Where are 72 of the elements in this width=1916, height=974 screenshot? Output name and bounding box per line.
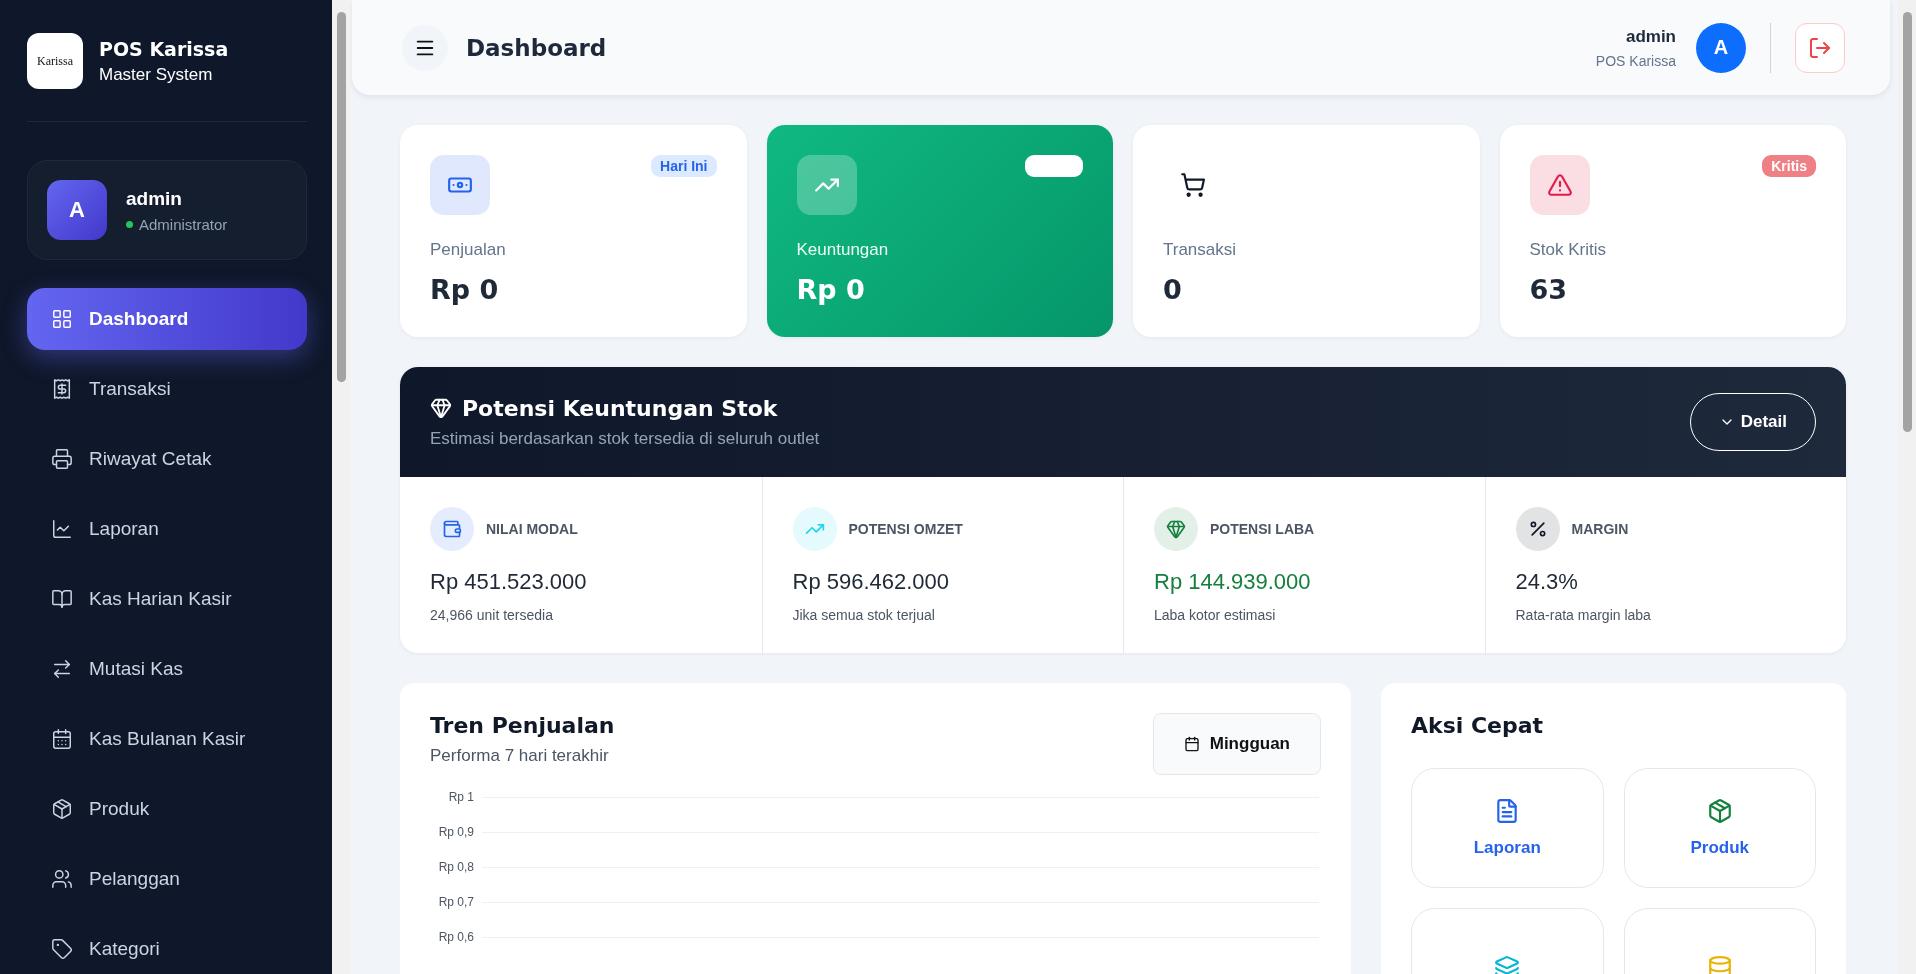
stat-label: Transaksi	[1163, 240, 1238, 260]
quick-action-button[interactable]: Produk	[1623, 768, 1816, 888]
axis-tick-label: Rp 1	[447, 790, 474, 804]
user-name: admin	[126, 187, 183, 210]
panel-subtitle: Estimasi berdasarkan stok tersedia di seluruh outlet	[430, 428, 820, 449]
menu-button[interactable]	[402, 24, 448, 71]
nav-item[interactable]: Dashboard	[27, 288, 307, 350]
stat-label: Stok Kritis	[1529, 240, 1608, 260]
panel-title: Potensi Keuntungan Stok	[462, 395, 778, 421]
user-role: Administrator	[139, 215, 228, 233]
stat-badge: Hari Ini	[651, 155, 717, 177]
axis-tick-label: Rp 0,7	[437, 895, 474, 909]
metric-value: Rp 451.523.000	[430, 569, 588, 595]
nav-item[interactable]: Kas Harian Kasir	[27, 568, 307, 630]
nav-icon	[51, 518, 73, 540]
stat-value: Rp 0	[796, 274, 866, 305]
nav-item[interactable]: Mutasi Kas	[27, 638, 307, 700]
scrollbar[interactable]	[332, 0, 350, 974]
metric-note: 24,966 unit tersedia	[430, 607, 554, 623]
logout-button[interactable]	[1795, 22, 1845, 73]
header-store-name: POS Karissa	[1595, 52, 1676, 69]
nav-item[interactable]: Laporan	[27, 498, 307, 560]
nav-icon	[51, 798, 73, 820]
quick-action-button[interactable]: Laporan	[1411, 768, 1604, 888]
metric-label: MARGIN	[1571, 521, 1629, 537]
stat-value: 0	[1163, 274, 1183, 305]
nav-icon	[51, 308, 73, 330]
axis-tick-label: Rp 0,9	[437, 825, 474, 839]
scrollbar[interactable]	[1898, 0, 1916, 974]
stat-badge: Kritis	[1762, 155, 1816, 177]
nav-item[interactable]: Pelanggan	[27, 848, 307, 910]
card-title: Tren Penjualan	[430, 713, 615, 738]
card-subtitle: Performa 7 hari terakhir	[430, 746, 610, 766]
stat-value: Rp 0	[430, 274, 500, 305]
metric-value: 24.3%	[1515, 569, 1579, 595]
brand-subtitle: Master System	[99, 64, 214, 85]
nav-icon	[51, 588, 73, 610]
brand-title: POS Karissa	[99, 37, 229, 60]
nav-item[interactable]: Produk	[27, 778, 307, 840]
nav-item[interactable]: Kas Bulanan Kasir	[27, 708, 307, 770]
metric-note: Rata-rata margin laba	[1515, 607, 1652, 623]
page-title: Dashboard	[466, 34, 608, 61]
metric-note: Laba kotor estimasi	[1154, 607, 1277, 623]
metric-note: Jika semua stok terjual	[792, 607, 936, 623]
nav-icon	[51, 378, 73, 400]
gem-icon	[430, 397, 452, 419]
metric-value: Rp 596.462.000	[792, 569, 951, 595]
nav-icon	[51, 938, 73, 960]
period-button[interactable]: Mingguan	[1152, 713, 1321, 775]
metric-label: POTENSI OMZET	[848, 521, 963, 537]
header-avatar[interactable]: A	[1696, 22, 1746, 73]
nav-icon	[51, 868, 73, 890]
header-user-name: admin	[1625, 26, 1676, 47]
nav-item[interactable]: Kategori	[27, 918, 307, 974]
nav-icon	[51, 448, 73, 470]
axis-tick-label: Rp 0,6	[437, 930, 474, 944]
brand-logo: Karissa	[27, 33, 83, 89]
card-title: Aksi Cepat	[1411, 713, 1545, 738]
metric-value: Rp 144.939.000	[1154, 569, 1312, 595]
stat-value: 63	[1529, 274, 1569, 305]
nav-icon	[51, 658, 73, 680]
metric-label: NILAI MODAL	[486, 521, 578, 537]
logout-icon	[1808, 35, 1832, 60]
nav-icon	[51, 728, 73, 750]
user-avatar: A	[47, 180, 107, 240]
calendar-icon	[1183, 736, 1200, 752]
nav-item[interactable]: Transaksi	[27, 358, 307, 420]
axis-tick-label: Rp 0,8	[437, 860, 474, 874]
stat-label: Keuntungan	[796, 240, 890, 260]
metric-label: POTENSI LABA	[1210, 521, 1315, 537]
nav-item[interactable]: Riwayat Cetak	[27, 428, 307, 490]
stat-label: Penjualan	[430, 240, 507, 260]
